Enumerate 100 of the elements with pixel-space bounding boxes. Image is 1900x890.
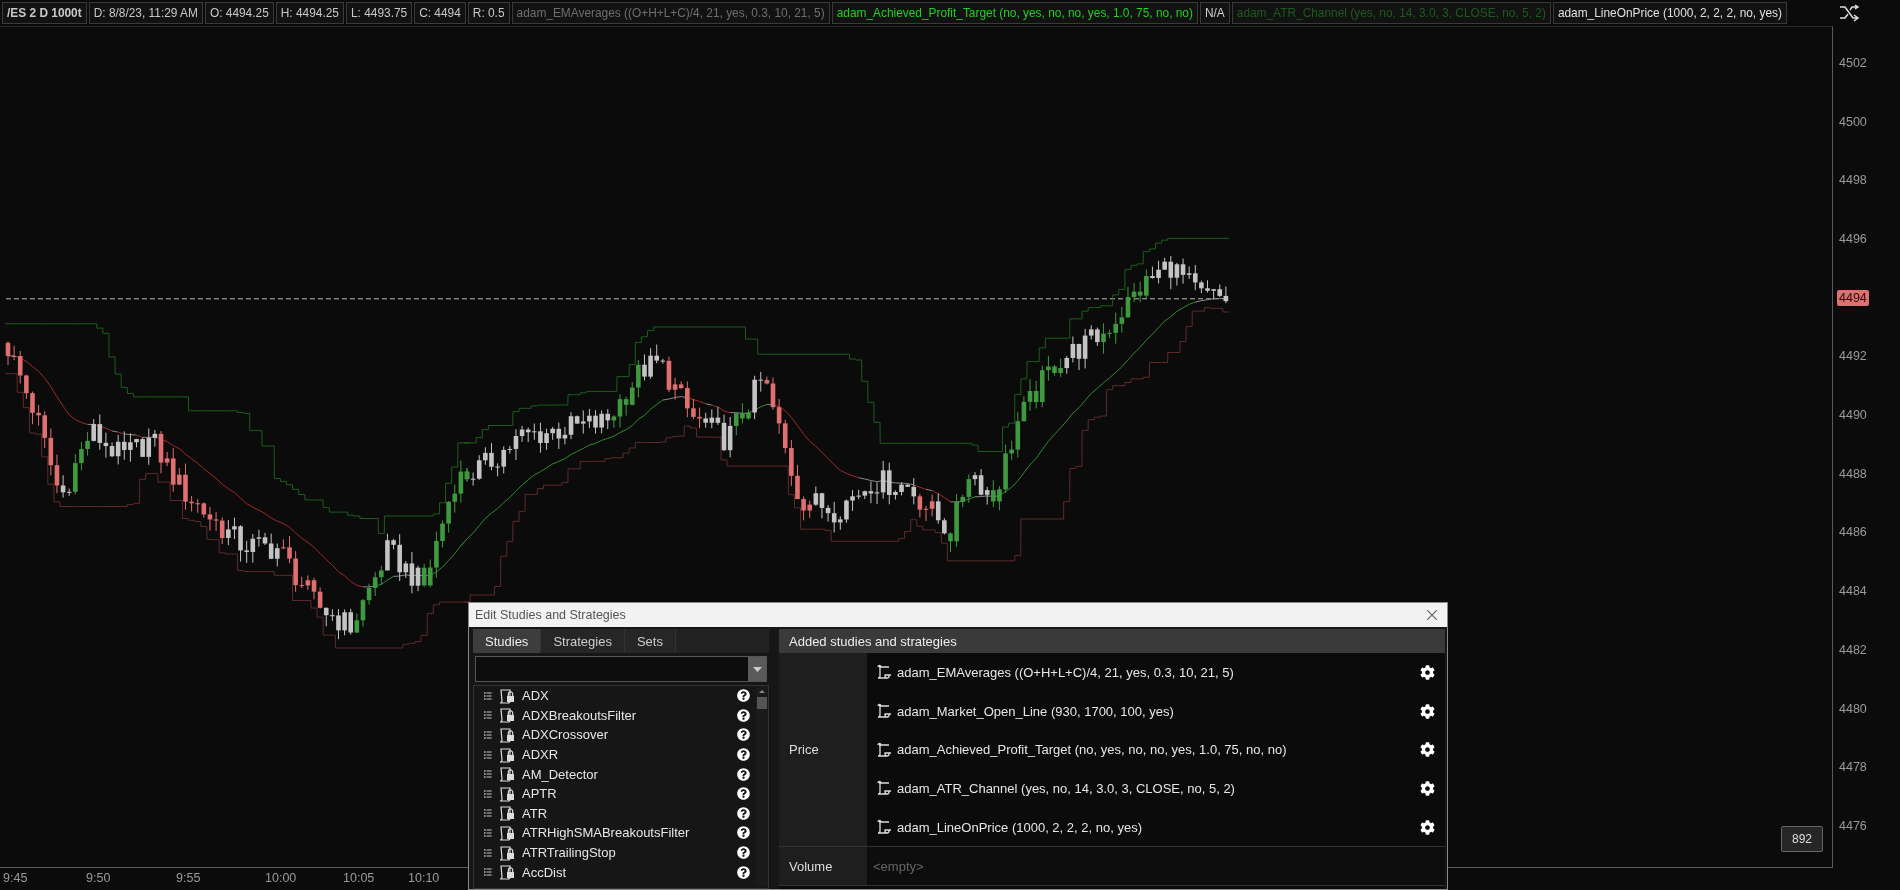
quote-field: O: 4494.25	[204, 2, 274, 24]
bar-count-badge: 892	[1781, 826, 1823, 852]
help-icon[interactable]	[737, 728, 750, 742]
help-icon[interactable]	[737, 846, 750, 860]
price-tick-label: 4488	[1838, 465, 1868, 482]
quote-field: H: 4494.25	[275, 2, 344, 24]
list-icon	[484, 770, 492, 779]
current-price-label: 4494	[1837, 289, 1869, 306]
help-icon[interactable]	[737, 865, 750, 879]
time-tick-label: 10:00	[265, 871, 297, 885]
list-icon	[484, 711, 492, 720]
study-list-item[interactable]: ADXCrossover	[522, 727, 731, 743]
added-study-item[interactable]: adam_EMAverages ((O+H+L+C)/4, 21, yes, 0.3, 10, 21, 5)	[897, 664, 1416, 680]
study-list-item[interactable]: ATRHighSMABreakoutsFilter	[522, 825, 731, 841]
settings-icon[interactable]	[1420, 742, 1435, 758]
locked-script-icon	[498, 824, 516, 841]
study-list-item[interactable]: APTR	[522, 786, 731, 802]
list-icon	[484, 868, 492, 877]
symbol-label[interactable]: /ES 2 D 1000t	[2, 2, 87, 24]
caret-icon	[752, 666, 762, 672]
price-tick-label: 4496	[1838, 231, 1868, 247]
price-tick-label: 4484	[1838, 583, 1868, 600]
study-list-item[interactable]: ATRTrailingStop	[522, 845, 731, 861]
help-icon[interactable]	[737, 767, 750, 781]
time-tick-label: 10:10	[408, 871, 440, 885]
price-tick-label: 4498	[1838, 172, 1868, 189]
section-header: Added studies and strategies	[779, 629, 1445, 653]
help-icon[interactable]	[737, 708, 750, 722]
price-tick-label: 4478	[1838, 759, 1868, 776]
added-study-item[interactable]: adam_ATR_Channel (yes, no, 14, 3.0, 3, CLOSE, no, 5, 2)	[897, 780, 1416, 796]
list-icon	[484, 691, 492, 700]
script-icon	[875, 780, 893, 797]
locked-script-icon	[498, 687, 516, 704]
time-tick-label: 9:45	[3, 871, 28, 885]
locked-script-icon	[498, 805, 516, 822]
locked-script-icon	[498, 844, 516, 861]
study-list-item[interactable]: ADX	[522, 688, 731, 704]
price-tick-label: 4480	[1838, 700, 1868, 717]
locked-script-icon	[498, 727, 516, 743]
quote-field: D: 8/8/23, 11:29 AM	[88, 2, 203, 24]
price-tick-label: 4502	[1838, 54, 1868, 71]
added-study-item[interactable]: adam_Achieved_Profit_Target (no, yes, no, no, yes, 1.0, 75, no, no)	[897, 742, 1416, 758]
locked-script-icon	[498, 766, 516, 783]
settings-icon[interactable]	[1420, 703, 1435, 719]
help-icon[interactable]	[737, 787, 750, 801]
locked-script-icon	[498, 785, 516, 802]
dropdown-button[interactable]	[748, 657, 766, 681]
time-tick-label: 10:05	[343, 871, 375, 885]
price-tick-label: 4492	[1838, 348, 1868, 365]
settings-icon[interactable]	[1420, 780, 1435, 796]
quote-field: R: 0.5	[467, 2, 510, 24]
time-tick-label: 9:50	[86, 871, 111, 885]
list-icon	[484, 828, 492, 837]
study-label[interactable]: adam_LineOnPrice (1000, 2, 2, 2, no, yes)	[1552, 2, 1787, 24]
list-icon	[484, 848, 492, 857]
added-study-item[interactable]: adam_LineOnPrice (1000, 2, 2, 2, no, yes)	[897, 819, 1416, 835]
settings-icon[interactable]	[1420, 819, 1435, 835]
study-label[interactable]: N/A	[1199, 2, 1230, 24]
price-tick-label: 4486	[1838, 524, 1868, 541]
price-tick-label: 4482	[1838, 641, 1868, 658]
price-tick-label: 4490	[1838, 407, 1868, 424]
tab[interactable]: Strategies	[541, 629, 625, 653]
study-list-item[interactable]: ADXBreakoutsFilter	[522, 707, 731, 723]
tab[interactable]: Studies	[473, 629, 542, 653]
quote-field: C: 4494	[414, 2, 466, 24]
crossed-arrows-icon[interactable]	[1838, 4, 1860, 22]
help-icon[interactable]	[737, 826, 750, 840]
locked-script-icon	[498, 746, 516, 763]
script-icon	[875, 741, 893, 758]
study-label[interactable]: adam_Achieved_Profit_Target (no, yes, no, no, yes, 1.0, 75, no, no)	[831, 2, 1198, 24]
script-icon	[875, 819, 893, 836]
added-study-item[interactable]: adam_Market_Open_Line (930, 1700, 100, yes)	[897, 703, 1416, 719]
dialog-title: Edit Studies and Strategies	[475, 608, 626, 622]
quote-field: L: 4493.75	[345, 2, 413, 24]
help-icon[interactable]	[737, 806, 750, 820]
study-list-item[interactable]: ADXR	[522, 747, 731, 763]
script-icon	[875, 664, 893, 681]
time-tick-label: 9:55	[176, 871, 201, 885]
list-icon	[484, 731, 492, 739]
empty-placeholder: <empty>	[873, 858, 924, 874]
list-icon	[484, 809, 492, 818]
locked-script-icon	[498, 707, 516, 724]
group-label: Volume	[779, 847, 867, 886]
group-label: Price	[779, 653, 867, 847]
study-label[interactable]: adam_EMAverages ((O+H+L+C)/4, 21, yes, 0.3, 10, 21, 5)	[511, 2, 830, 24]
price-tick-label: 4476	[1838, 817, 1868, 834]
study-list-item[interactable]: AccDist	[522, 864, 731, 880]
script-icon	[875, 703, 893, 720]
help-icon[interactable]	[737, 689, 750, 703]
study-list-item[interactable]: AM_Detector	[522, 766, 731, 782]
price-tick-label: 4500	[1838, 113, 1868, 130]
list-icon	[484, 750, 492, 759]
study-list-item[interactable]: ATR	[522, 805, 731, 821]
tab[interactable]: Sets	[624, 629, 676, 653]
help-icon[interactable]	[737, 748, 750, 762]
settings-icon[interactable]	[1420, 664, 1435, 680]
search-field[interactable]	[475, 656, 767, 682]
locked-script-icon	[498, 864, 516, 881]
close-icon	[1427, 610, 1437, 620]
list-icon	[484, 789, 492, 798]
